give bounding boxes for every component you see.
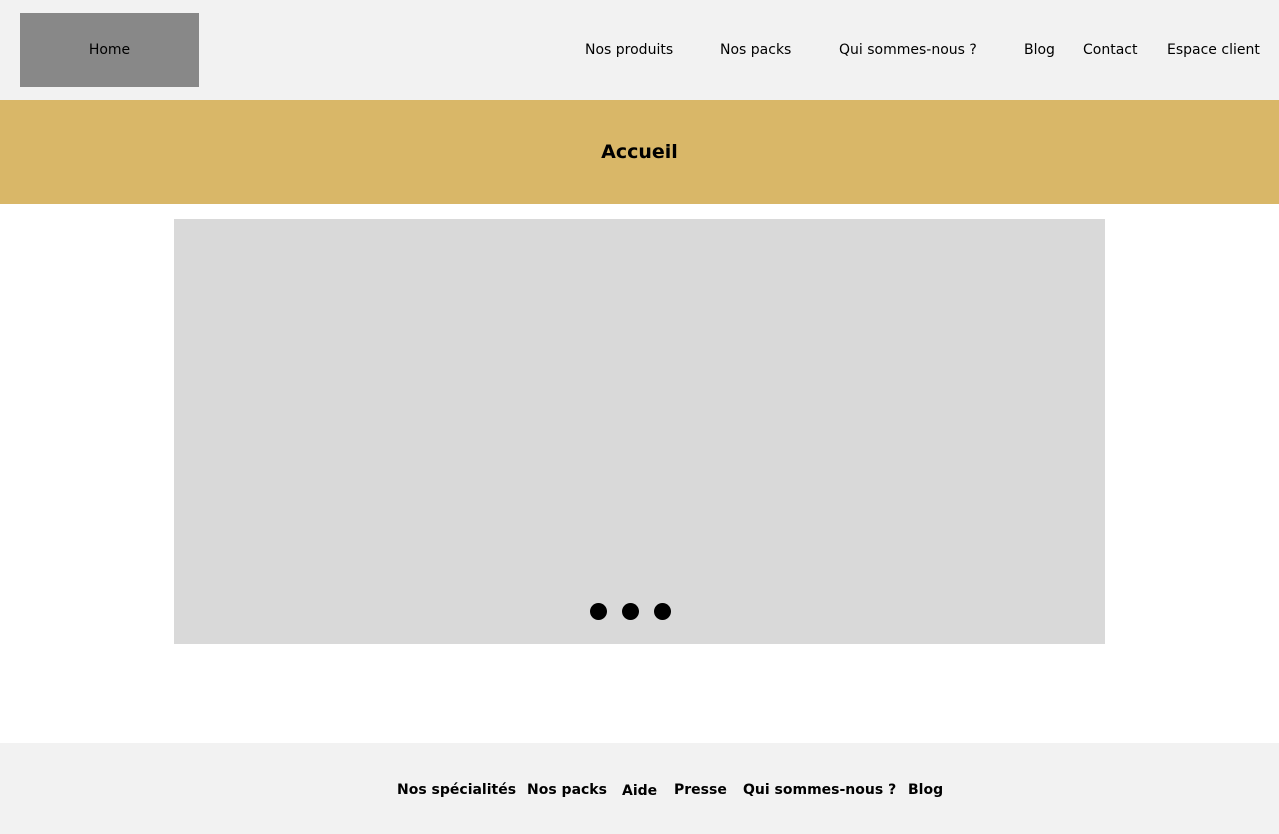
footer-link-qui-sommes-nous[interactable]: Qui sommes-nous ? bbox=[743, 780, 896, 800]
nav-item-contact[interactable]: Contact bbox=[1083, 40, 1137, 60]
nav-item-blog[interactable]: Blog bbox=[1024, 40, 1055, 60]
carousel-dot-2[interactable] bbox=[622, 603, 639, 620]
footer-link-aide[interactable]: Aide bbox=[622, 781, 657, 801]
footer-link-specialites[interactable]: Nos spécialités bbox=[397, 780, 516, 800]
nav-item-espace-client[interactable]: Espace client bbox=[1167, 40, 1260, 60]
footer-link-packs[interactable]: Nos packs bbox=[527, 780, 607, 800]
carousel-dot-1[interactable] bbox=[590, 603, 607, 620]
page-title: Accueil bbox=[601, 141, 678, 163]
home-logo-label: Home bbox=[88, 42, 131, 58]
home-logo[interactable]: Home bbox=[20, 13, 199, 87]
footer: Nos spécialités Nos packs Aide Presse Qu… bbox=[0, 743, 1279, 834]
image-carousel[interactable] bbox=[174, 219, 1105, 644]
header: Home Nos produits Nos packs Qui sommes-n… bbox=[0, 0, 1279, 100]
nav-item-packs[interactable]: Nos packs bbox=[720, 40, 791, 60]
nav-item-produits[interactable]: Nos produits bbox=[585, 40, 673, 60]
footer-link-presse[interactable]: Presse bbox=[674, 780, 727, 800]
footer-link-blog[interactable]: Blog bbox=[908, 780, 943, 800]
page-title-band: Accueil bbox=[0, 100, 1279, 204]
carousel-dot-3[interactable] bbox=[654, 603, 671, 620]
nav-item-qui-sommes-nous[interactable]: Qui sommes-nous ? bbox=[839, 40, 977, 60]
